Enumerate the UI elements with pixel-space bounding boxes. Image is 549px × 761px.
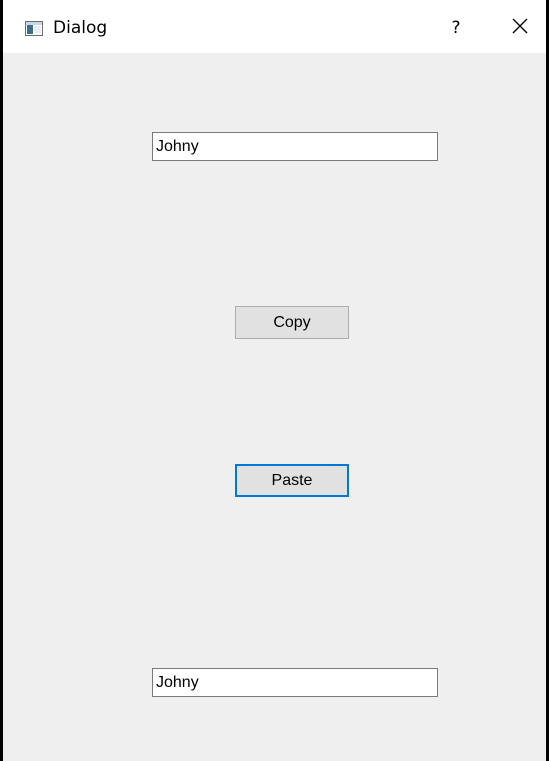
- help-label: ?: [451, 18, 461, 38]
- source-text-input[interactable]: [152, 132, 438, 161]
- copy-button-label: Copy: [273, 313, 311, 331]
- window-title: Dialog: [53, 18, 108, 38]
- close-icon: [511, 17, 529, 39]
- window-app-icon: [25, 21, 43, 36]
- title-bar[interactable]: Dialog ?: [3, 0, 546, 53]
- copy-button[interactable]: Copy: [235, 306, 349, 339]
- paste-button-label: Paste: [271, 471, 313, 489]
- close-button[interactable]: [497, 8, 543, 48]
- paste-button[interactable]: Paste: [235, 464, 349, 497]
- dialog-client-area: Copy Paste: [3, 53, 546, 761]
- target-text-input[interactable]: [152, 668, 438, 697]
- dialog-window: Dialog ? Copy Paste: [0, 0, 549, 761]
- help-button[interactable]: ?: [433, 8, 479, 48]
